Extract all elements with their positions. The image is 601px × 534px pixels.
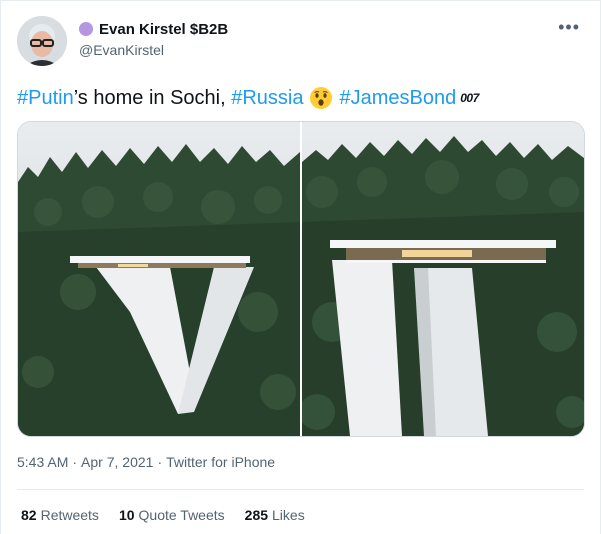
quote-tweets-count: 10 — [118, 507, 135, 523]
likes-count: 285 — [244, 507, 269, 523]
retweets-stat[interactable]: 82 Retweets — [21, 507, 99, 523]
author-handle[interactable]: @EvanKirstel — [79, 42, 164, 58]
tweet-time[interactable]: 5:43 AM — [17, 454, 68, 470]
hashtag-jamesbond[interactable]: #JamesBond — [339, 85, 456, 111]
tweet-text-segment: ’s home in Sochi, — [73, 87, 232, 109]
retweets-label: Retweets — [40, 507, 99, 523]
quote-tweets-stat[interactable]: 10 Quote Tweets — [119, 507, 225, 523]
hashtag-russia[interactable]: #Russia — [231, 85, 303, 111]
media-photo-2[interactable] — [302, 122, 584, 436]
status-dot-icon — [79, 22, 93, 36]
meta-separator: · — [72, 454, 78, 470]
author-display-name[interactable]: Evan Kirstel $B2B — [99, 21, 228, 38]
media-photo-1[interactable] — [18, 122, 300, 436]
tweet-text: #Putin ’s home in Sochi, #Russia #JamesB… — [17, 85, 479, 111]
tweet-source[interactable]: Twitter for iPhone — [166, 454, 275, 470]
tweet-media[interactable] — [17, 121, 585, 437]
avatar[interactable] — [17, 16, 67, 66]
007-logo-icon: 007 — [460, 91, 479, 105]
author-name-row[interactable]: Evan Kirstel $B2B — [79, 19, 228, 39]
likes-label: Likes — [272, 507, 305, 523]
divider — [17, 489, 584, 490]
retweets-count: 82 — [21, 507, 37, 523]
more-options-icon[interactable]: ••• — [558, 17, 580, 38]
hashtag-putin[interactable]: #Putin — [17, 85, 74, 111]
tweet-card: Evan Kirstel $B2B @EvanKirstel ••• #Puti… — [0, 0, 601, 534]
tweet-date[interactable]: Apr 7, 2021 — [81, 454, 153, 470]
quote-tweets-label: Quote Tweets — [138, 507, 225, 523]
engagement-stats: 82 Retweets 10 Quote Tweets 285 Likes — [21, 507, 305, 523]
likes-stat[interactable]: 285 Likes — [245, 507, 305, 523]
meta-separator: · — [157, 454, 163, 470]
tweet-metadata: 5:43 AM · Apr 7, 2021 · Twitter for iPho… — [17, 454, 275, 470]
astonished-face-icon — [309, 86, 333, 110]
